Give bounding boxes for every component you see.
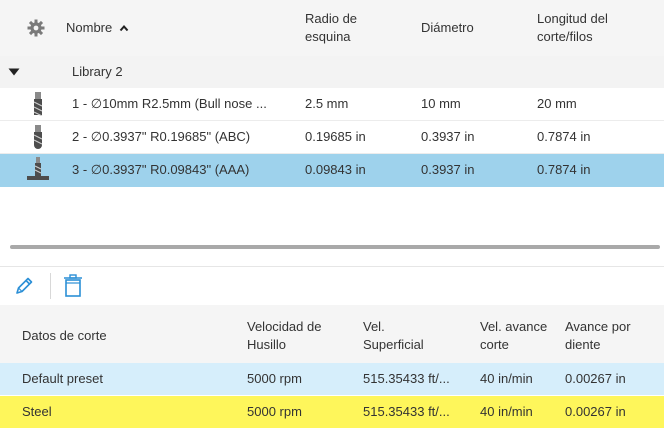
- column-header-surface-speed[interactable]: Vel. Superficial: [363, 318, 443, 354]
- tool-cut-length: 0.7874 in: [537, 129, 591, 144]
- tool-row-1[interactable]: 1 - ∅10mm R2.5mm (Bull nose ... 2.5 mm 1…: [0, 88, 664, 121]
- bull-nose-mill-icon: [33, 92, 43, 116]
- column-header-corner-radius[interactable]: Radio de esquina: [305, 10, 395, 46]
- column-header-cutting-data[interactable]: Datos de corte: [22, 327, 107, 345]
- tool-corner-radius: 0.09843 in: [305, 162, 366, 177]
- tool-row-2[interactable]: 2 - ∅0.3937" R0.19685" (ABC) 0.19685 in …: [0, 121, 664, 154]
- column-header-diameter[interactable]: Diámetro: [421, 19, 474, 37]
- tool-diameter: 0.3937 in: [421, 162, 475, 177]
- feed-rate: 40 in/min: [480, 404, 533, 419]
- tool-corner-radius: 2.5 mm: [305, 96, 349, 111]
- cutting-data-toolbar: [0, 266, 664, 305]
- column-header-name-label: Nombre: [66, 20, 113, 35]
- surface-speed: 515.35433 ft/...: [363, 371, 450, 386]
- toolbar-separator: [50, 273, 51, 299]
- tool-corner-radius: 0.19685 in: [305, 129, 366, 144]
- tool-row-3-selected[interactable]: 3 - ∅0.3937" R0.09843" (AAA) 0.09843 in …: [0, 154, 664, 187]
- column-header-name[interactable]: Nombre: [66, 19, 129, 37]
- library-group-label: Library 2: [72, 64, 123, 79]
- tool-table-header: Nombre Radio de esquina Diámetro Longitu…: [0, 0, 664, 57]
- gear-icon[interactable]: [27, 19, 45, 37]
- tool-name: 2 - ∅0.3937" R0.19685" (ABC): [72, 129, 251, 144]
- cutting-data-name: Default preset: [22, 371, 103, 386]
- pencil-icon[interactable]: [13, 275, 35, 297]
- tool-name: 1 - ∅10mm R2.5mm (Bull nose ...: [72, 96, 267, 111]
- cutting-row-default-preset[interactable]: Default preset 5000 rpm 515.35433 ft/...…: [0, 363, 664, 395]
- feed-rate: 40 in/min: [480, 371, 533, 386]
- chevron-up-icon: [119, 24, 129, 32]
- caret-down-icon[interactable]: [8, 68, 20, 76]
- surface-speed: 515.35433 ft/...: [363, 404, 450, 419]
- trash-icon[interactable]: [62, 274, 84, 298]
- spindle-speed: 5000 rpm: [247, 404, 302, 419]
- tool-name: 3 - ∅0.3937" R0.09843" (AAA): [72, 162, 250, 177]
- feed-per-tooth: 0.00267 in: [565, 404, 626, 419]
- horizontal-scrollbar[interactable]: [10, 245, 660, 249]
- tool-cut-length: 0.7874 in: [537, 162, 591, 177]
- tool-icon: [27, 157, 49, 180]
- column-header-feed-per-tooth[interactable]: Avance por diente: [565, 318, 645, 354]
- column-header-feed-rate[interactable]: Vel. avance corte: [480, 318, 556, 354]
- tool-diameter: 10 mm: [421, 96, 461, 111]
- cutting-row-steel[interactable]: Steel 5000 rpm 515.35433 ft/... 40 in/mi…: [0, 396, 664, 428]
- cutting-data-header: Datos de corte Velocidad de Husillo Vel.…: [0, 305, 664, 363]
- spindle-speed: 5000 rpm: [247, 371, 302, 386]
- feed-per-tooth: 0.00267 in: [565, 371, 626, 386]
- library-group-row[interactable]: Library 2: [0, 56, 664, 88]
- ball-mill-icon: [33, 125, 43, 149]
- column-header-spindle-speed[interactable]: Velocidad de Husillo: [247, 318, 337, 354]
- column-header-cut-length[interactable]: Longitud del corte/filos: [537, 10, 647, 46]
- tool-cut-length: 20 mm: [537, 96, 577, 111]
- tool-diameter: 0.3937 in: [421, 129, 475, 144]
- cutting-data-name: Steel: [22, 404, 52, 419]
